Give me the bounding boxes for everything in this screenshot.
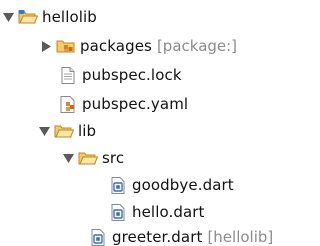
tree-item-label: src [102,149,125,167]
yaml-file-icon [58,95,78,113]
folder-open-icon [54,122,74,140]
folder-open-icon [78,149,98,167]
collapsed-triangle-icon[interactable] [40,40,52,52]
tree-item-label: goodbye.dart [132,176,234,194]
tree-item-label: hellolib [42,8,97,26]
project-explorer-tree: hellolib packages [package:] pubspec.loc… [0,0,291,246]
tree-item-hellolib[interactable]: hellolib [2,4,97,30]
tree-item-goodbye-dart[interactable]: goodbye.dart [108,172,234,198]
library-decoration: [hellolib] [207,228,274,246]
tree-item-label: packages [80,37,152,55]
tree-item-label: greeter.dart [112,228,203,246]
expanded-triangle-icon[interactable] [38,125,50,137]
tree-item-label: pubspec.yaml [82,95,189,113]
dart-file-icon [88,228,108,246]
tree-item-label: lib [78,122,97,140]
packages-folder-icon [56,37,76,55]
text-file-icon [58,66,78,84]
tree-item-packages[interactable]: packages [package:] [40,33,237,59]
project-folder-icon [18,8,38,26]
tree-item-label: hello.dart [132,203,205,221]
dart-file-icon [108,176,128,194]
package-decoration: [package:] [156,37,238,55]
tree-item-pubspec-lock[interactable]: pubspec.lock [58,62,182,88]
tree-item-lib[interactable]: lib [38,118,96,144]
tree-item-pubspec-yaml[interactable]: pubspec.yaml [58,91,188,117]
tree-item-greeter-dart[interactable]: greeter.dart [hellolib] [88,224,273,246]
expanded-triangle-icon[interactable] [2,11,14,23]
tree-item-src[interactable]: src [62,145,124,171]
expanded-triangle-icon[interactable] [62,152,74,164]
tree-item-hello-dart[interactable]: hello.dart [108,199,205,225]
dart-file-icon [108,203,128,221]
tree-item-label: pubspec.lock [82,66,182,84]
